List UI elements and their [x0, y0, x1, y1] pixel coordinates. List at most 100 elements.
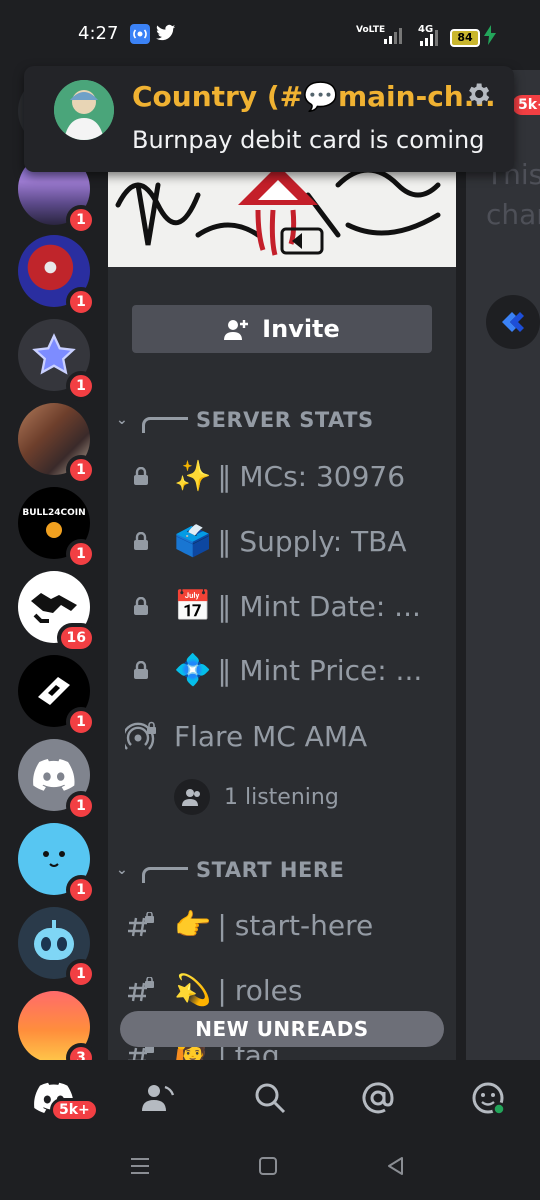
server-icon-smiley[interactable]: 1 [18, 823, 96, 905]
server-icon-bull24coin[interactable]: BULL24COIN 1 [18, 487, 96, 569]
profile-smile-icon [472, 1082, 506, 1116]
channel-name: roles [234, 973, 303, 1007]
home-badge: 5k+ [50, 1098, 99, 1122]
signal-icon-2 [418, 30, 442, 50]
category-start-here[interactable]: ⌄ START HERE [116, 855, 344, 885]
search-icon [255, 1083, 286, 1114]
stage-listeners[interactable]: 1 listening [174, 779, 339, 815]
signal-icon-1 [384, 26, 406, 48]
at-mention-icon [362, 1082, 394, 1114]
channel-mint-date[interactable]: 📅 ‖ Mint Date: ... [108, 581, 456, 631]
channel-mcs[interactable]: ✨ ‖ MCs: 30976 [108, 451, 456, 501]
tab-profile[interactable] [468, 1078, 508, 1118]
eye-logo-icon [38, 677, 70, 705]
channel-mint-price[interactable]: 💠 ‖ Mint Price: ... [108, 645, 456, 695]
lock-icon [108, 467, 174, 485]
channel-start-here[interactable]: 👉 | start-here [108, 900, 456, 950]
channel-name: Supply: TBA [239, 524, 407, 558]
category-bracket-decoration [142, 867, 188, 883]
channel-panel: Invite ⌄ SERVER STATS ✨ ‖ MCs: 30976 🗳️ … [108, 55, 456, 1060]
locked-text-channel-icon [108, 977, 174, 1003]
lock-icon [108, 532, 174, 550]
tab-friends[interactable] [138, 1078, 178, 1118]
tab-mentions[interactable] [358, 1078, 398, 1118]
people-icon [174, 779, 210, 815]
server-icon-star[interactable]: 1 [18, 319, 96, 401]
home-icon[interactable] [258, 1156, 278, 1180]
server-logo-text: BULL24COIN [22, 508, 86, 518]
stage-locked-icon [108, 721, 174, 751]
back-icon[interactable] [386, 1156, 406, 1180]
channel-emoji: 💫 [174, 972, 212, 1008]
coin-icon [46, 522, 62, 538]
channel-emoji: 💠 [174, 652, 212, 688]
hotspot-icon [130, 24, 150, 48]
locked-text-channel-icon [108, 912, 174, 938]
listening-count: 1 listening [224, 784, 339, 810]
channel-separator: | [217, 908, 227, 942]
unread-badge: 1 [66, 875, 96, 905]
category-bracket-decoration [142, 417, 188, 433]
twitter-icon [156, 24, 176, 46]
server-icon-handshake[interactable]: 16 [18, 571, 96, 653]
server-icon-robot[interactable]: 1 [18, 907, 96, 989]
unread-badge: 1 [66, 205, 96, 235]
tab-search[interactable] [250, 1078, 290, 1118]
gear-icon[interactable] [464, 80, 492, 112]
channel-name: Flare MC AMA [174, 719, 368, 753]
arrow-logo-icon [502, 312, 524, 332]
channel-supply[interactable]: 🗳️ ‖ Supply: TBA [108, 516, 456, 566]
unread-badge: 1 [66, 959, 96, 989]
chat-peek[interactable]: 5k+ This char [466, 55, 540, 1060]
category-label: START HERE [196, 858, 345, 882]
tab-home[interactable]: 5k+ [34, 1078, 99, 1122]
volte-indicator: VoLTE [356, 26, 385, 35]
channel-stage-flare-mc-ama[interactable]: Flare MC AMA [108, 711, 456, 761]
category-server-stats[interactable]: ⌄ SERVER STATS [116, 405, 374, 435]
clock: 4:27 [78, 23, 119, 44]
push-notification[interactable]: Country (#💬main-ch... Burnpay debit card… [24, 66, 514, 172]
server-icon-discord[interactable]: 1 [18, 739, 96, 821]
chevron-down-icon: ⌄ [116, 862, 129, 878]
channel-separator: ‖ [217, 653, 232, 687]
add-person-icon [224, 320, 249, 340]
peek-text-line: char [486, 198, 540, 231]
unread-badge: 1 [66, 287, 96, 317]
unread-badge: 16 [56, 623, 96, 653]
status-bar: 4:27 VoLTE 4G 84 [0, 0, 540, 70]
channel-name: MCs: 30976 [239, 459, 406, 493]
server-icon-photo[interactable]: 1 [18, 403, 96, 485]
channel-separator: ‖ [217, 524, 232, 558]
server-icon-ball[interactable]: 1 [18, 235, 96, 317]
channel-name: Mint Date: ... [239, 589, 421, 623]
category-label: SERVER STATS [196, 408, 374, 432]
discord-logo-icon [33, 759, 75, 791]
channel-emoji: 📅 [174, 588, 212, 624]
peek-badge: 5k+ [512, 95, 540, 115]
lock-icon [108, 661, 174, 679]
lock-icon [108, 597, 174, 615]
chevron-down-icon: ⌄ [116, 412, 129, 428]
channel-roles[interactable]: 💫 | roles [108, 965, 456, 1015]
unread-badge: 1 [66, 371, 96, 401]
notification-avatar [54, 80, 114, 140]
friends-wave-icon [142, 1085, 175, 1111]
battery-icon: 84 [450, 26, 480, 47]
bottom-tab-bar: 5k+ [0, 1060, 540, 1138]
server-icon-eye[interactable]: 1 [18, 655, 96, 737]
new-unreads-button[interactable]: NEW UNREADS [120, 1011, 444, 1047]
android-nav-bar [0, 1138, 540, 1200]
recent-apps-icon[interactable] [130, 1156, 150, 1180]
invite-label: Invite [262, 315, 340, 343]
peek-avatar [486, 295, 540, 349]
channel-name: start-here [234, 908, 374, 942]
invite-button[interactable]: Invite [132, 305, 432, 353]
handshake-icon [31, 593, 77, 623]
channel-name: Mint Price: ... [239, 653, 423, 687]
channel-separator: | [217, 973, 227, 1007]
battery-level: 84 [450, 29, 480, 47]
channel-emoji: 👉 [174, 907, 212, 943]
server-icon-flame[interactable]: 3 [18, 991, 96, 1073]
server-rail: 1 1 1 1 BULL24COIN 1 16 1 1 1 1 3 [0, 55, 108, 1073]
unread-badge: 1 [66, 539, 96, 569]
